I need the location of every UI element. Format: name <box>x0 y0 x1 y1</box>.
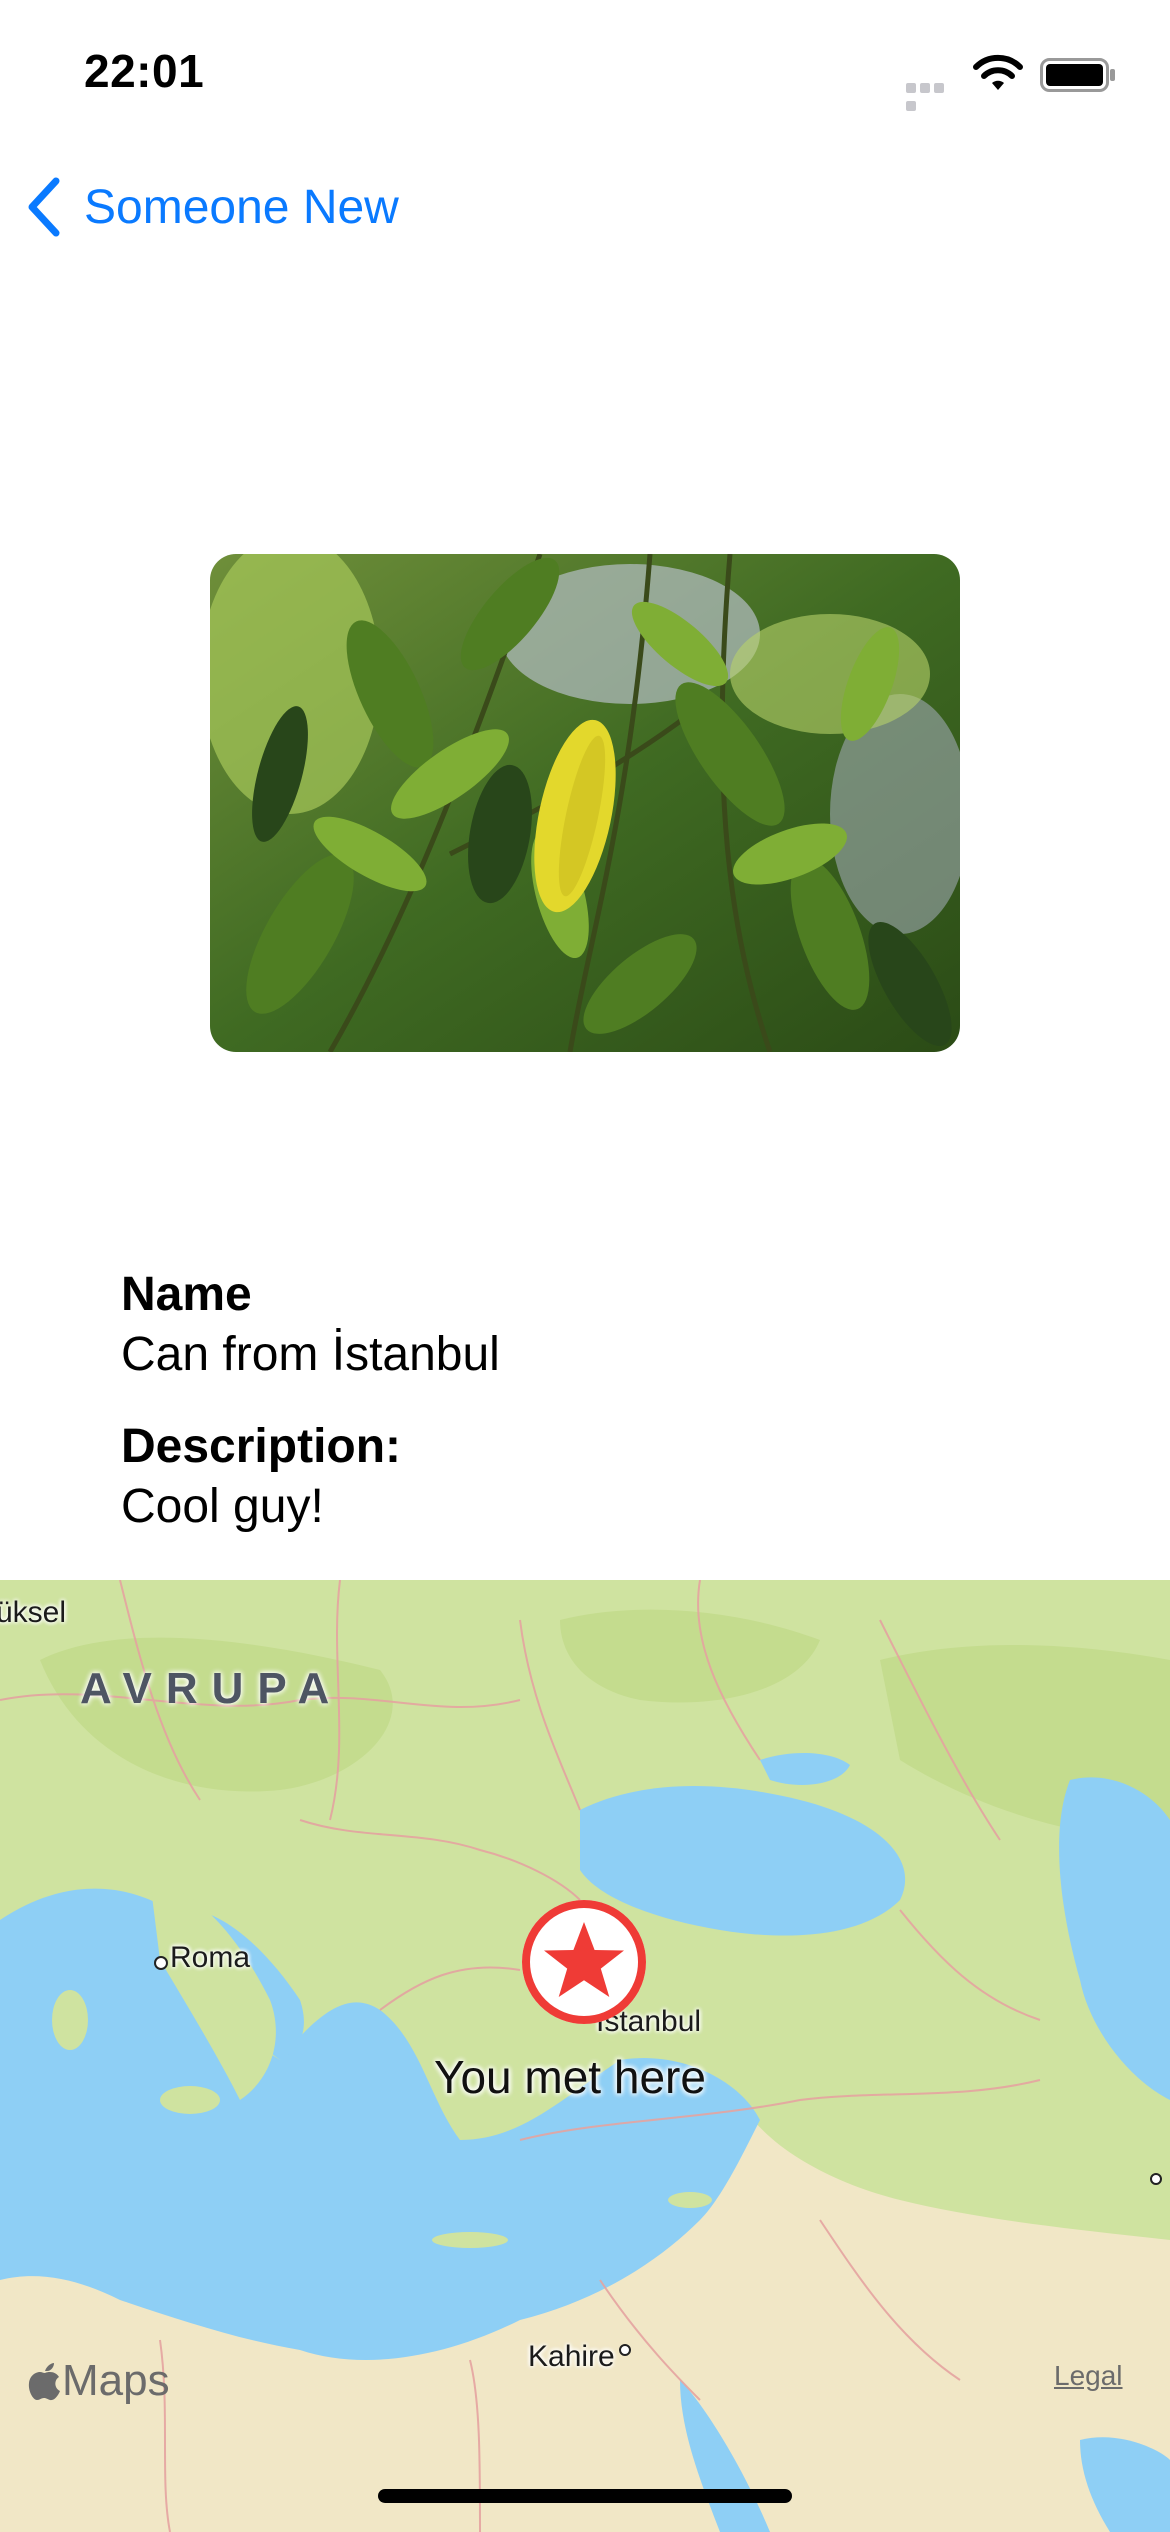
status-time: 22:01 <box>84 45 205 97</box>
description-label: Description: <box>121 1420 402 1473</box>
status-bar: 22:01 <box>0 0 1170 150</box>
wifi-icon <box>973 54 1023 90</box>
chevron-left-icon <box>28 177 60 237</box>
map-view[interactable]: üksel AVRUPA Roma İstanbul Kahire You me… <box>0 1580 1170 2532</box>
name-label: Name <box>121 1268 252 1321</box>
cellular-signal-icon <box>906 80 960 111</box>
map-partial-city-label: üksel <box>0 1596 67 1629</box>
map-city-kahire-label: Kahire <box>528 2340 615 2373</box>
map-region-label: AVRUPA <box>80 1664 344 1713</box>
apple-logo-icon <box>28 2363 60 2401</box>
person-photo <box>210 554 960 1052</box>
back-button[interactable]: Someone New <box>24 172 399 242</box>
maps-logo-text: Maps <box>62 2356 170 2405</box>
description-value: Cool guy! <box>121 1480 324 1533</box>
name-value: Can from İstanbul <box>121 1328 500 1381</box>
map-pin-star-icon[interactable] <box>516 1894 652 2030</box>
legal-link[interactable]: Legal <box>1054 2360 1123 2392</box>
map-city-kahire[interactable]: Kahire <box>528 2340 631 2374</box>
battery-icon <box>1040 58 1115 92</box>
map-pin-caption: You met here <box>434 2051 706 2103</box>
map-city-roma[interactable]: Roma <box>154 1941 250 1975</box>
apple-maps-logo: Maps <box>28 2356 170 2406</box>
person-details: Name Can from İstanbul Description: Cool… <box>121 1265 500 1537</box>
map-city-dot <box>1150 2173 1162 2185</box>
home-indicator[interactable] <box>378 2489 792 2503</box>
map-city-roma-label: Roma <box>170 1941 251 1974</box>
back-button-label: Someone New <box>84 180 399 234</box>
